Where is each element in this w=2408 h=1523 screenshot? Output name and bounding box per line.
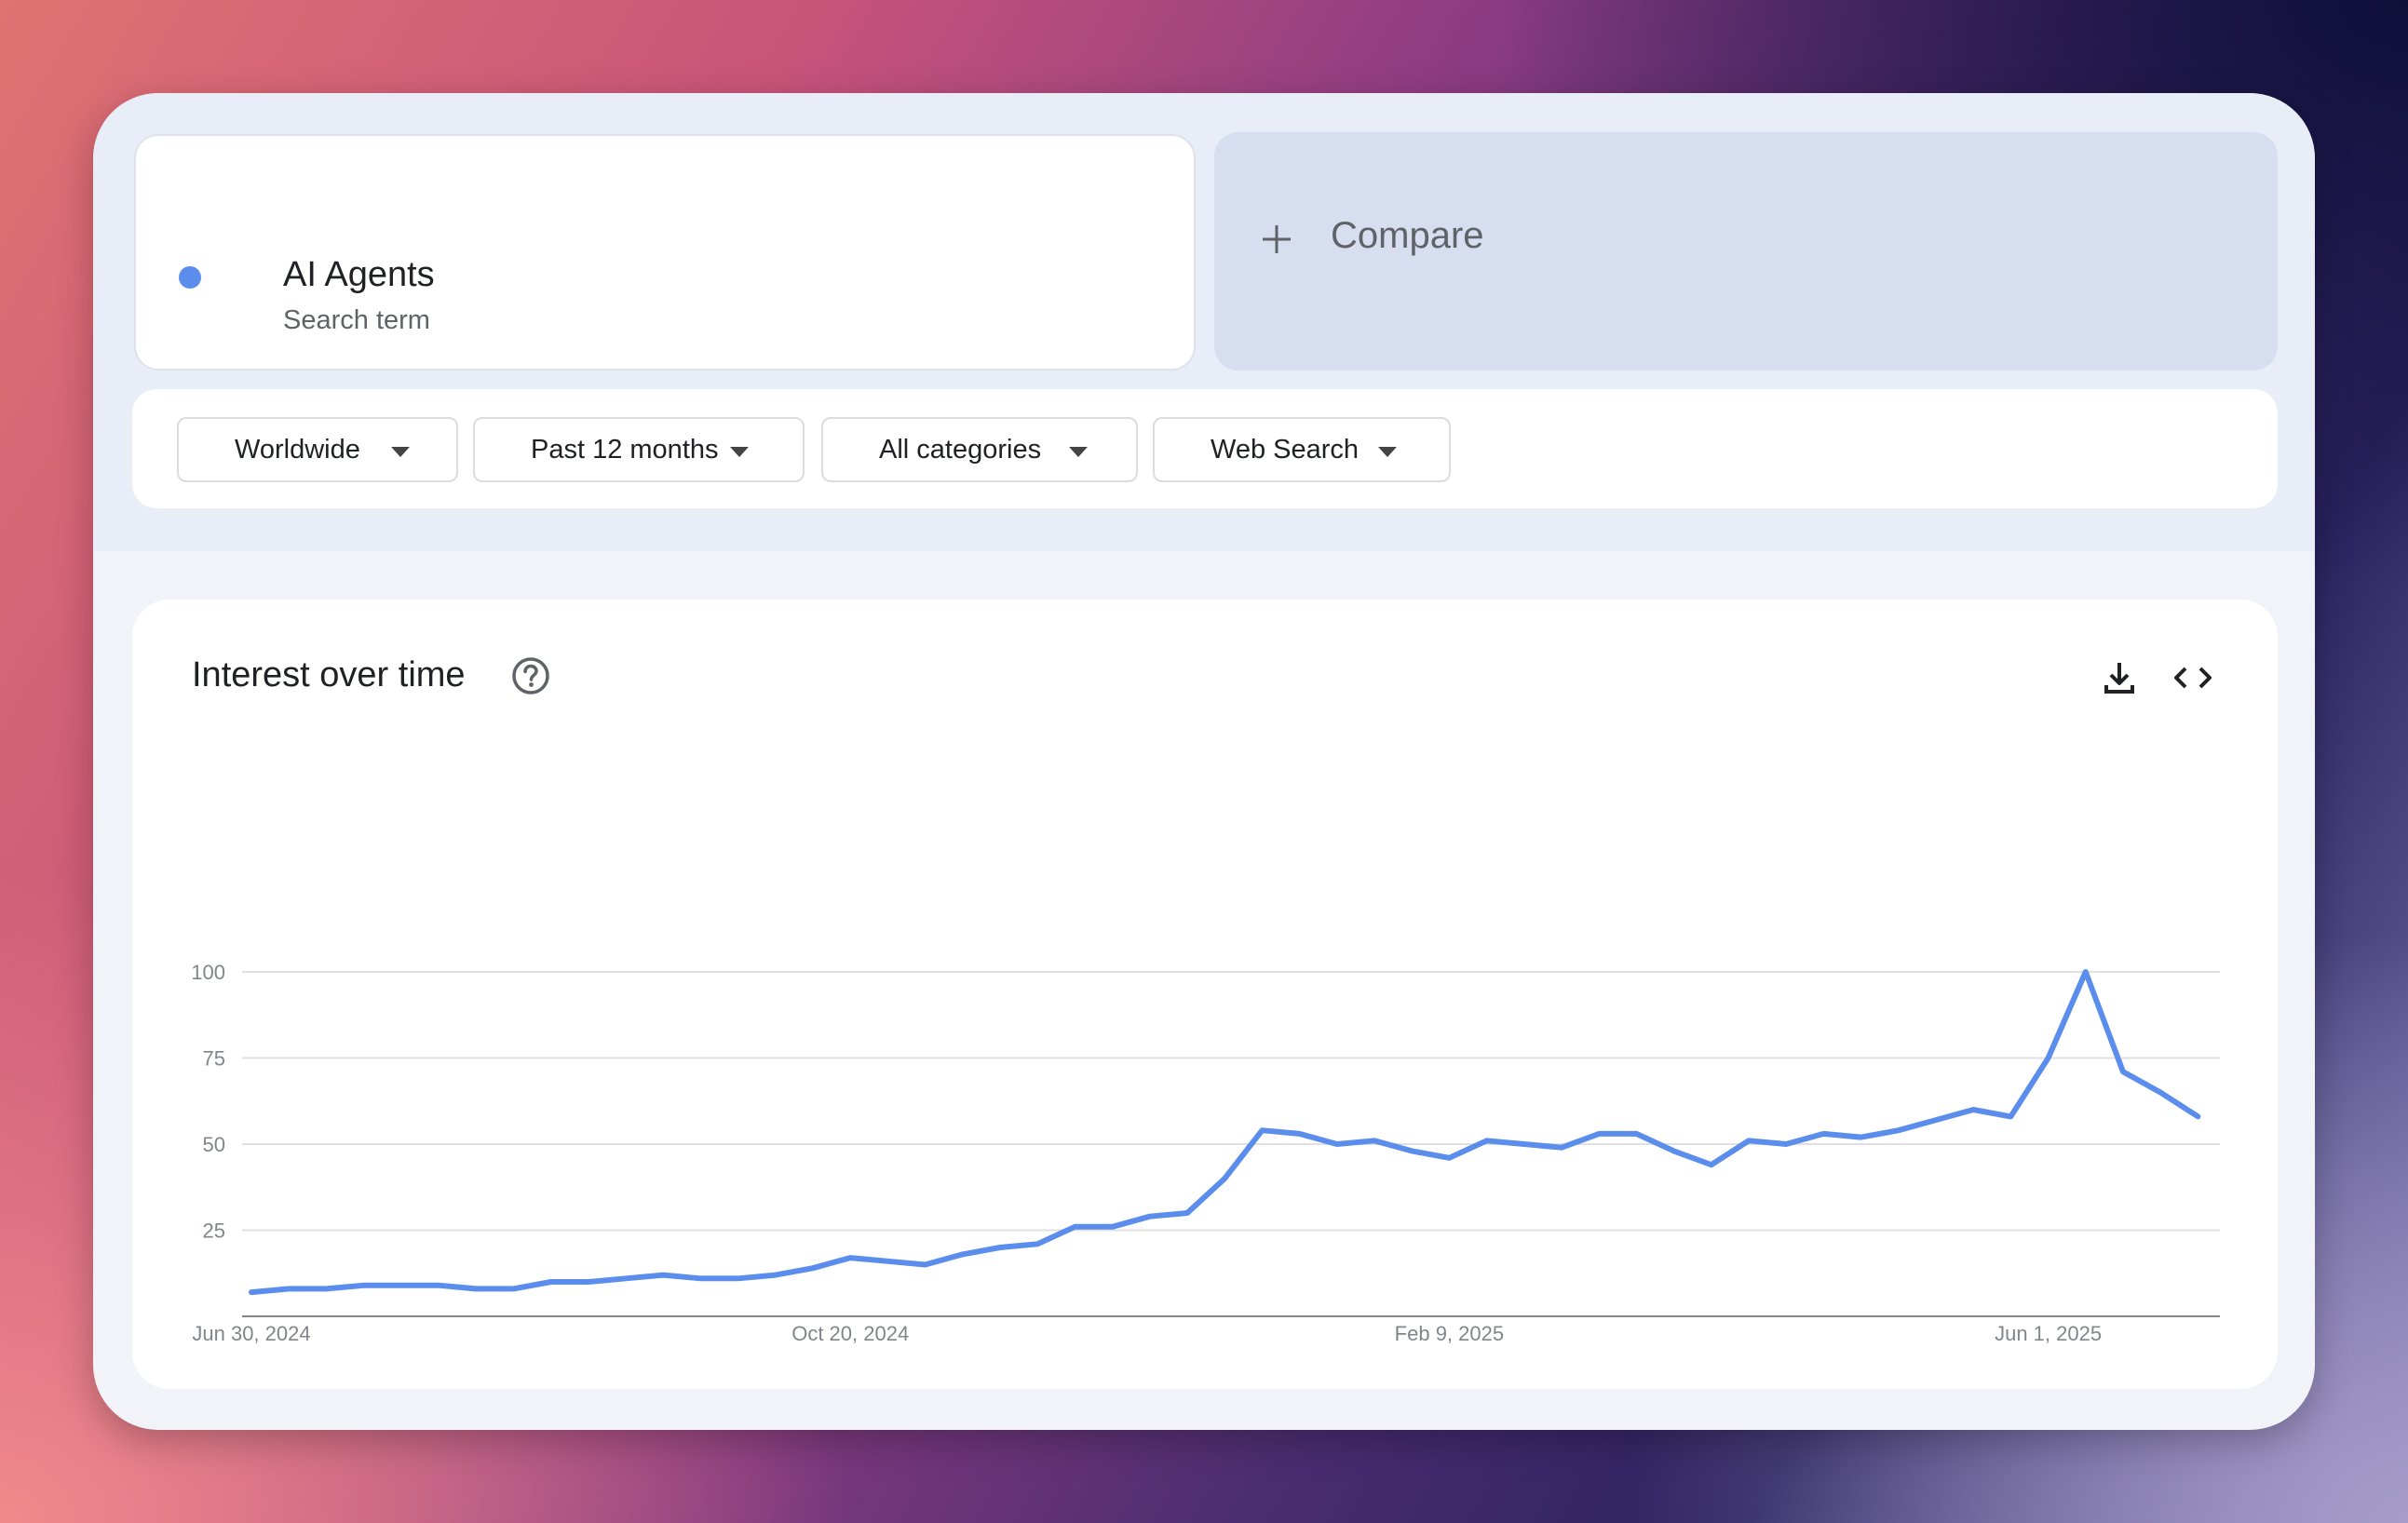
x-tick-label: Jun 30, 2024 <box>192 1322 310 1345</box>
compare-button[interactable]: Compare <box>1214 132 2278 371</box>
trends-card: AI Agents Search term Compare Worldwide … <box>93 93 2315 1430</box>
y-tick-label: 100 <box>191 961 225 984</box>
category-label: All categories <box>879 434 1042 465</box>
time-range-dropdown[interactable]: Past 12 months <box>473 417 805 482</box>
series-line-ai-agents <box>249 969 2201 1296</box>
x-tick-label: Oct 20, 2024 <box>791 1322 909 1345</box>
search-term-card[interactable]: AI Agents Search term <box>134 134 1196 371</box>
filter-bar: Worldwide Past 12 months All categories … <box>132 389 2278 508</box>
search-term-type: Search term <box>283 305 430 335</box>
compare-label: Compare <box>1331 215 1484 256</box>
time-range-label: Past 12 months <box>531 434 719 465</box>
series-color-dot <box>179 266 201 289</box>
dropdown-caret-icon <box>391 447 410 457</box>
region-label: Worldwide <box>235 434 360 465</box>
y-tick-label: 25 <box>203 1220 225 1243</box>
line-chart: 25 50 75 100 Jun 30, 2024 Oct 20, 2024 Feb 9, … <box>191 961 2220 1345</box>
region-dropdown[interactable]: Worldwide <box>177 417 458 482</box>
interest-over-time-panel: Interest over time 25 50 75 100 Jun 30, 2024… <box>132 600 2278 1389</box>
dropdown-caret-icon <box>1378 447 1397 457</box>
category-dropdown[interactable]: All categories <box>821 417 1138 482</box>
search-term-name[interactable]: AI Agents <box>283 255 435 295</box>
plus-icon <box>1263 225 1291 253</box>
y-tick-label: 75 <box>203 1047 225 1071</box>
search-header: AI Agents Search term Compare Worldwide … <box>93 93 2315 551</box>
x-tick-label: Jun 1, 2025 <box>1995 1322 2102 1345</box>
search-type-label: Web Search <box>1211 434 1360 465</box>
dropdown-caret-icon <box>730 447 749 457</box>
search-type-dropdown[interactable]: Web Search <box>1153 417 1451 482</box>
x-tick-label: Feb 9, 2025 <box>1395 1322 1504 1345</box>
dropdown-caret-icon <box>1069 447 1088 457</box>
y-tick-label: 50 <box>203 1133 225 1156</box>
